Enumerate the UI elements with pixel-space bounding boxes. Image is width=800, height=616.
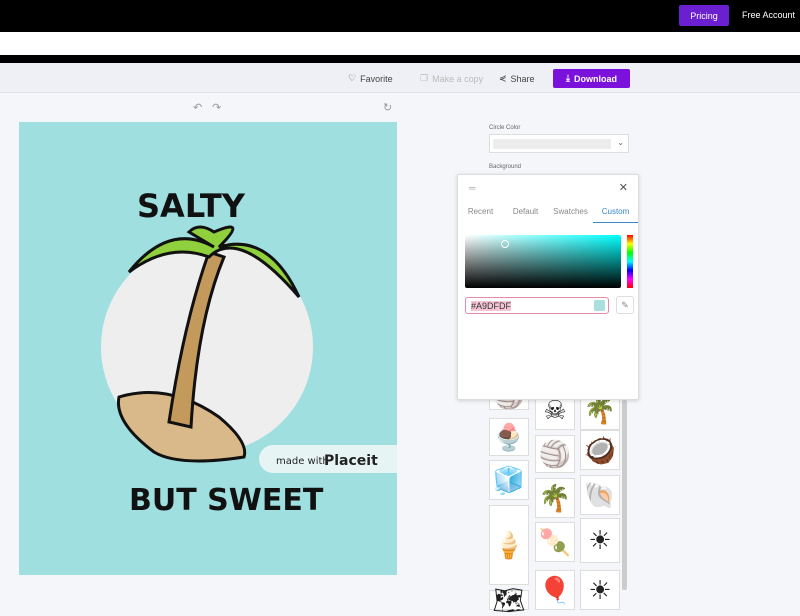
reset-icon[interactable]: ↻ [383, 101, 392, 114]
hex-input[interactable]: #A9DFDF [465, 297, 609, 314]
banner [0, 32, 800, 55]
download-button[interactable]: ⤓ Download [553, 69, 630, 88]
favorite-button[interactable]: ♡ Favorite [348, 73, 393, 84]
drag-handle-icon[interactable]: ═ [469, 183, 475, 193]
graphic-option[interactable]: 🍦 [489, 505, 529, 585]
design-canvas[interactable]: SALTY BUT SWEET made with Placeit [19, 122, 409, 575]
design-artwork: SALTY BUT SWEET made with Placeit [101, 187, 409, 518]
heart-icon: ♡ [348, 73, 357, 83]
circle-color-select[interactable]: ⌄ [489, 134, 629, 153]
share-icon: ⋞ [499, 73, 507, 83]
scrollbar[interactable] [622, 400, 627, 590]
make-copy-label: Make a copy [432, 73, 484, 84]
top-nav: Pricing Free Account [0, 0, 800, 32]
download-label: Download [573, 73, 617, 84]
share-button[interactable]: ⋞ Share [499, 73, 535, 84]
color-swatch [594, 300, 605, 311]
tab-swatches[interactable]: Swatches [548, 207, 593, 223]
tab-custom[interactable]: Custom [593, 207, 638, 223]
undo-icon[interactable]: ↶ [193, 101, 202, 114]
chevron-down-icon: ⌄ [617, 138, 624, 147]
copy-icon: ❐ [420, 73, 429, 83]
graphic-option[interactable]: 🐚 [580, 475, 620, 515]
watermark-prefix: made with [276, 456, 329, 467]
tab-default[interactable]: Default [503, 207, 548, 223]
graphic-option[interactable]: 🌴 [535, 478, 575, 518]
background-label: Background [489, 164, 522, 170]
color-preview [493, 139, 611, 149]
graphic-option[interactable]: 🍡 [535, 522, 575, 562]
graphic-option[interactable]: 🧊 [489, 460, 529, 500]
graphic-option[interactable]: 🎈 [535, 570, 575, 610]
redo-icon[interactable]: ↷ [212, 101, 221, 114]
free-account-link[interactable]: Free Account [742, 10, 795, 20]
graphic-option[interactable]: 🏐 [535, 435, 575, 473]
color-picker-popup: ═ ✕ Recent Default Swatches Custom #A9DF… [457, 174, 639, 400]
hue-slider[interactable] [627, 235, 633, 288]
download-icon: ⤓ [566, 73, 570, 83]
bottom-text: BUT SWEET [129, 483, 324, 518]
graphic-option[interactable]: ☀ [580, 518, 620, 563]
saturation-area[interactable] [465, 235, 621, 288]
pricing-button[interactable]: Pricing [679, 5, 729, 26]
circle-color-label: Circle Color [489, 125, 521, 131]
graphic-option[interactable]: 🥥 [580, 430, 620, 470]
top-text: SALTY [137, 187, 246, 225]
divider [0, 55, 800, 63]
tab-recent[interactable]: Recent [458, 207, 503, 223]
eyedropper-icon[interactable]: ✎ [616, 296, 634, 314]
watermark-brand: Placeit [324, 453, 378, 469]
close-icon[interactable]: ✕ [619, 181, 628, 194]
color-handle[interactable] [501, 240, 509, 248]
editor-toolbar: ♡ Favorite ❐ Make a copy ⋞ Share ⤓ Download [0, 63, 800, 93]
graphic-option[interactable]: 🍨 [489, 418, 529, 456]
make-copy-button[interactable]: ❐ Make a copy [420, 73, 483, 84]
graphic-option[interactable]: 🗺 [489, 585, 529, 615]
hex-value: #A9DFDF [471, 301, 512, 311]
graphic-option[interactable]: ☀ [580, 570, 620, 610]
favorite-label: Favorite [360, 73, 393, 84]
share-label: Share [510, 73, 535, 84]
